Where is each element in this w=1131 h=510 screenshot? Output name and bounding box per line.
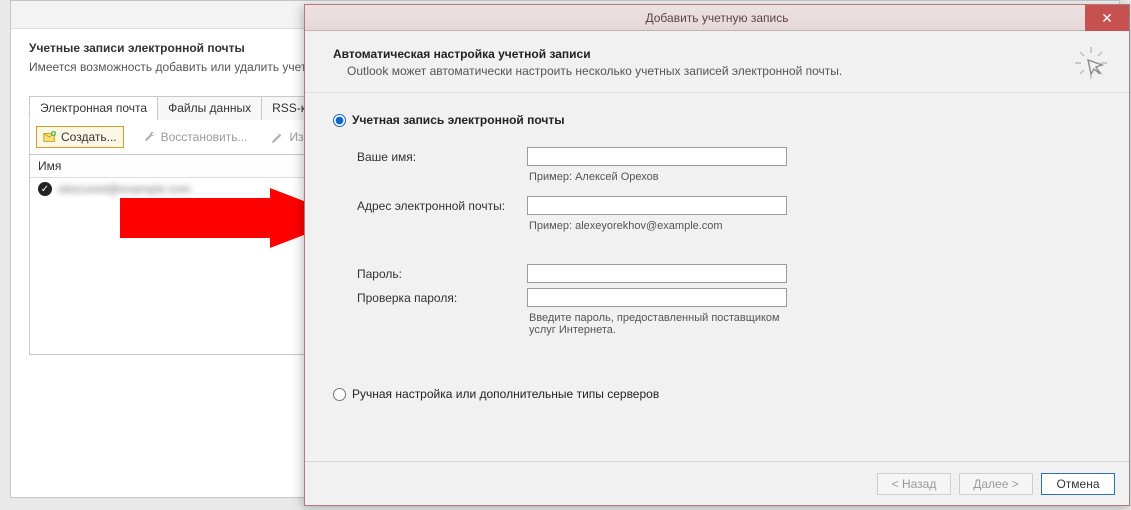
password-hint: Введите пароль, предоставленный поставщи… — [527, 312, 787, 344]
password-confirm-input[interactable] — [527, 288, 787, 307]
radio-email-input[interactable] — [333, 114, 346, 127]
toolbar-restore-label: Восстановить... — [161, 130, 248, 144]
dialog-header-subtitle: Outlook может автоматически настроить не… — [347, 64, 1101, 78]
radio-manual-input[interactable] — [333, 388, 346, 401]
new-account-button[interactable]: Создать... — [36, 126, 124, 148]
cancel-button[interactable]: Отмена — [1041, 473, 1115, 495]
dialog-title: Добавить учетную запись — [305, 11, 1129, 25]
email-input[interactable] — [527, 196, 787, 215]
pencil-icon — [271, 130, 285, 144]
radio-manual-label: Ручная настройка или дополнительные типы… — [352, 387, 659, 401]
email-label: Адрес электронной почты: — [357, 199, 527, 213]
radio-email-label: Учетная запись электронной почты — [352, 113, 565, 127]
tab-label: Файлы данных — [168, 101, 251, 115]
email-hint: Пример: alexeyorekhov@example.com — [527, 220, 787, 240]
wrench-icon — [143, 130, 157, 144]
add-account-dialog: Добавить учетную запись ✕ Автоматическая… — [304, 4, 1130, 506]
dialog-footer: < Назад Далее > Отмена — [305, 461, 1129, 505]
close-button[interactable]: ✕ — [1085, 5, 1129, 31]
back-button: < Назад — [877, 473, 951, 495]
tab-datafiles[interactable]: Файлы данных — [157, 96, 262, 120]
toolbar-new-label: Создать... — [61, 130, 117, 144]
name-label: Ваше имя: — [357, 150, 527, 164]
auto-setup-form: Ваше имя: Пример: Алексей Орехов Адрес э… — [357, 147, 1101, 344]
cursor-sparkle-icon — [1073, 45, 1109, 81]
tab-label: Электронная почта — [40, 101, 147, 115]
radio-manual-setup[interactable]: Ручная настройка или дополнительные типы… — [333, 387, 659, 401]
restore-account-button[interactable]: Восстановить... — [138, 127, 253, 147]
tab-email[interactable]: Электронная почта — [29, 96, 158, 120]
name-hint: Пример: Алексей Орехов — [527, 171, 787, 191]
divider — [305, 92, 1129, 93]
default-check-icon: ✓ — [38, 182, 52, 196]
password-confirm-label: Проверка пароля: — [357, 291, 527, 305]
close-icon: ✕ — [1101, 10, 1113, 27]
next-button: Далее > — [959, 473, 1033, 495]
new-mail-icon — [43, 130, 57, 144]
radio-email-account[interactable]: Учетная запись электронной почты — [333, 113, 1101, 127]
dialog-header-title: Автоматическая настройка учетной записи — [333, 47, 1101, 61]
password-input[interactable] — [527, 264, 787, 283]
account-email-obscured: obscured@example.com — [58, 182, 191, 196]
password-label: Пароль: — [357, 267, 527, 281]
name-input[interactable] — [527, 147, 787, 166]
dialog-titlebar: Добавить учетную запись ✕ — [305, 5, 1129, 31]
